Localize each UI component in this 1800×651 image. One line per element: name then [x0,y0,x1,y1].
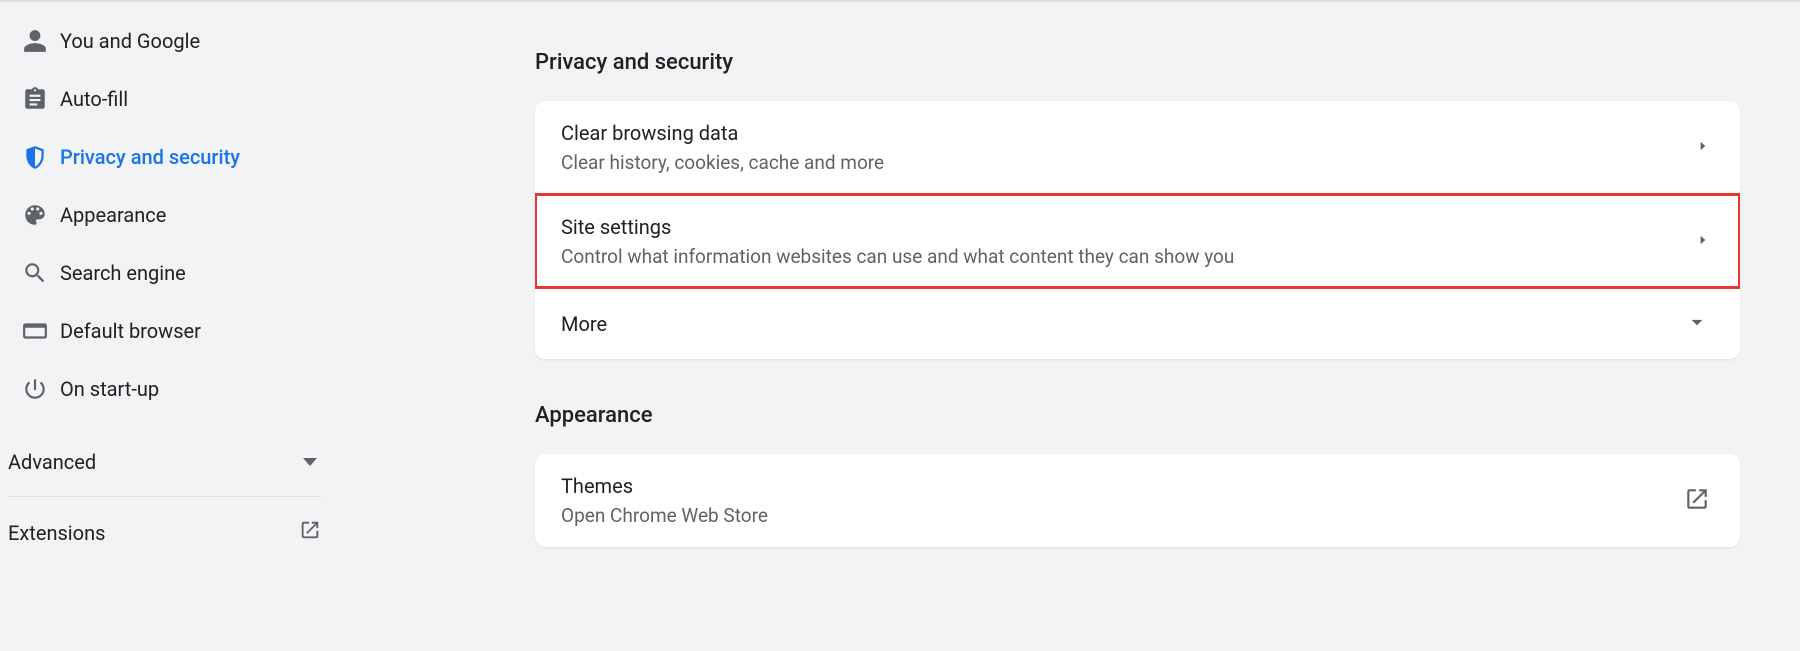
clipboard-icon [10,86,60,112]
browser-icon [10,318,60,344]
sidebar-item-on-startup[interactable]: On start-up [0,360,345,418]
sidebar-item-label: Default browser [60,319,201,343]
sidebar-item-label: Privacy and security [60,145,240,169]
settings-main: Privacy and security Clear browsing data… [345,2,1800,651]
row-more[interactable]: More [535,288,1740,359]
row-subtitle: Clear history, cookies, cache and more [561,151,884,174]
row-text: Clear browsing data Clear history, cooki… [561,121,884,174]
row-title: More [561,312,607,336]
section-title-appearance: Appearance [535,403,1740,428]
open-external-icon [299,519,321,546]
row-clear-browsing-data[interactable]: Clear browsing data Clear history, cooki… [535,101,1740,194]
row-subtitle: Control what information websites can us… [561,245,1234,268]
sidebar-item-label: You and Google [60,29,200,53]
sidebar-item-you-and-google[interactable]: You and Google [0,12,345,70]
arrow-right-icon [1696,138,1710,157]
advanced-label: Advanced [8,450,96,474]
chevron-down-icon [1684,309,1710,339]
sidebar-item-label: Appearance [60,203,166,227]
sidebar-extensions-link[interactable]: Extensions [0,497,345,568]
arrow-right-icon [1696,232,1710,251]
sidebar-item-default-browser[interactable]: Default browser [0,302,345,360]
settings-page: You and Google Auto-fill Privacy and sec… [0,0,1800,651]
privacy-card: Clear browsing data Clear history, cooki… [535,101,1740,359]
sidebar-item-autofill[interactable]: Auto-fill [0,70,345,128]
row-text: Themes Open Chrome Web Store [561,474,768,527]
open-external-icon [1684,486,1710,516]
sidebar-item-label: Search engine [60,261,186,285]
power-icon [10,376,60,402]
extensions-label: Extensions [8,521,105,545]
section-title-privacy: Privacy and security [535,50,1740,75]
sidebar-item-label: On start-up [60,377,159,401]
row-title: Site settings [561,215,1234,239]
row-subtitle: Open Chrome Web Store [561,504,768,527]
row-title: Themes [561,474,768,498]
row-title: Clear browsing data [561,121,884,145]
appearance-card: Themes Open Chrome Web Store [535,454,1740,547]
row-text: More [561,312,607,336]
row-text: Site settings Control what information w… [561,215,1234,268]
palette-icon [10,202,60,228]
search-icon [10,260,60,286]
sidebar-item-privacy-security[interactable]: Privacy and security [0,128,345,186]
sidebar-item-label: Auto-fill [60,87,128,111]
row-themes[interactable]: Themes Open Chrome Web Store [535,454,1740,547]
settings-sidebar: You and Google Auto-fill Privacy and sec… [0,2,345,651]
person-icon [10,28,60,54]
row-site-settings[interactable]: Site settings Control what information w… [535,194,1740,288]
shield-icon [10,144,60,170]
sidebar-item-appearance[interactable]: Appearance [0,186,345,244]
sidebar-item-search-engine[interactable]: Search engine [0,244,345,302]
chevron-down-icon [303,458,317,466]
sidebar-advanced-toggle[interactable]: Advanced [0,428,345,496]
